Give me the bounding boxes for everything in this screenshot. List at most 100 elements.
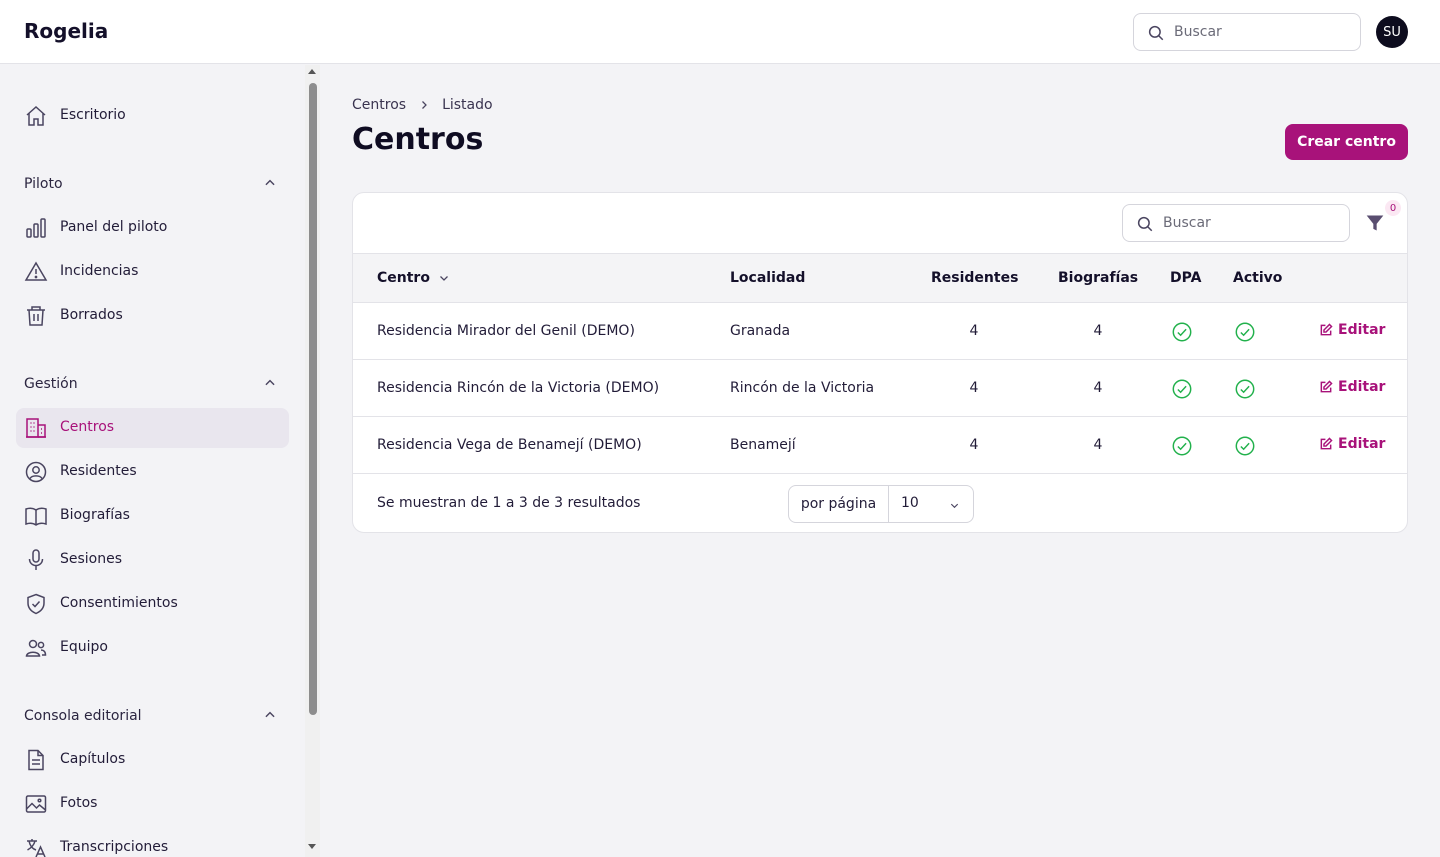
cell-localidad: Benamejí	[730, 437, 796, 453]
sidebar-scrollbar[interactable]	[305, 65, 320, 857]
global-search-input[interactable]	[1174, 22, 1349, 42]
sidebar-group-piloto[interactable]: Piloto	[24, 176, 63, 192]
sidebar-item-transcripciones[interactable]: Transcripciones	[16, 828, 289, 857]
check-circle-icon	[1172, 436, 1192, 456]
chevron-up-icon[interactable]	[263, 176, 277, 190]
per-page-select[interactable]: por página 10	[788, 485, 974, 523]
sidebar-item-equipo[interactable]: Equipo	[16, 628, 289, 668]
check-circle-icon	[1235, 379, 1255, 399]
user-avatar[interactable]: SU	[1376, 16, 1408, 48]
home-icon	[26, 105, 46, 126]
per-page-label: por página	[789, 486, 889, 522]
edit-button-label: Editar	[1338, 436, 1386, 452]
filter-icon[interactable]	[1365, 213, 1385, 233]
sidebar-item-label: Biografías	[60, 507, 130, 523]
column-header-centro[interactable]: Centro	[377, 270, 450, 286]
sidebar-group-consola-editorial[interactable]: Consola editorial	[24, 708, 142, 724]
chart-bar-icon	[26, 218, 46, 238]
chevron-down-icon[interactable]	[438, 272, 450, 284]
sidebar-item-label: Residentes	[60, 463, 137, 479]
check-circle-icon	[1172, 322, 1192, 342]
document-icon	[28, 749, 44, 771]
brand-logo[interactable]: Rogelia	[24, 19, 108, 43]
sidebar: Escritorio Piloto Panel del piloto Incid…	[0, 65, 305, 857]
check-circle-icon	[1235, 322, 1255, 342]
cell-centro: Residencia Rincón de la Victoria (DEMO)	[377, 380, 660, 396]
sidebar-item-escritorio[interactable]: Escritorio	[16, 96, 289, 136]
sidebar-item-label: Equipo	[60, 639, 108, 655]
shield-check-icon	[27, 593, 45, 615]
sidebar-item-label: Sesiones	[60, 551, 123, 567]
cell-localidad: Granada	[730, 323, 791, 339]
cell-residentes: 4	[969, 380, 979, 396]
top-bar: Rogelia SU	[0, 0, 1440, 64]
table-row[interactable]: Residencia Mirador del Genil (DEMO) Gran…	[353, 303, 1407, 360]
sidebar-item-label: Escritorio	[60, 107, 126, 123]
search-icon	[1148, 25, 1164, 41]
sidebar-item-panel-piloto[interactable]: Panel del piloto	[16, 208, 289, 248]
sidebar-item-sesiones[interactable]: Sesiones	[16, 540, 289, 580]
centros-table-card: 0 Centro Localidad Residentes Biografías…	[352, 192, 1408, 533]
table-row[interactable]: Residencia Rincón de la Victoria (DEMO) …	[353, 360, 1407, 417]
microphone-icon	[28, 549, 44, 570]
sidebar-item-label: Fotos	[60, 795, 98, 811]
per-page-value[interactable]: 10	[889, 486, 973, 522]
table-search-input[interactable]	[1163, 213, 1338, 233]
breadcrumb-parent-link[interactable]: Centros	[352, 97, 406, 113]
cell-residentes: 4	[969, 437, 979, 453]
edit-icon	[1320, 323, 1333, 336]
sidebar-item-biografias[interactable]: Biografías	[16, 496, 289, 536]
sidebar-item-label: Consentimientos	[60, 595, 178, 611]
sidebar-item-label: Incidencias	[60, 263, 139, 279]
page-title: Centros	[352, 122, 484, 157]
chevron-down-icon	[950, 503, 959, 509]
edit-icon	[1320, 380, 1333, 393]
sidebar-item-incidencias[interactable]: Incidencias	[16, 252, 289, 292]
chevron-up-icon[interactable]	[263, 708, 277, 722]
sidebar-item-label: Capítulos	[60, 751, 126, 767]
users-icon	[25, 639, 47, 657]
table-row[interactable]: Residencia Vega de Benamejí (DEMO) Benam…	[353, 417, 1407, 474]
edit-button[interactable]: Editar	[1319, 322, 1385, 338]
cell-residentes: 4	[969, 323, 979, 339]
check-circle-icon	[1172, 379, 1192, 399]
edit-button-label: Editar	[1338, 322, 1386, 338]
breadcrumb: Centros Listado	[352, 97, 493, 113]
table-search[interactable]	[1122, 204, 1350, 242]
sidebar-item-label: Centros	[60, 419, 115, 435]
sidebar-item-residentes[interactable]: Residentes	[16, 452, 289, 492]
per-page-selected: 10	[901, 495, 919, 511]
cell-centro: Residencia Mirador del Genil (DEMO)	[377, 323, 635, 339]
search-icon	[1137, 216, 1153, 232]
sidebar-item-consentimientos[interactable]: Consentimientos	[16, 584, 289, 624]
scrollbar-thumb[interactable]	[309, 83, 317, 715]
column-header-biografias: Biografías	[1058, 270, 1139, 286]
create-centro-button[interactable]: Crear centro	[1285, 124, 1408, 160]
column-header-residentes: Residentes	[931, 270, 1019, 286]
language-icon	[27, 839, 46, 857]
sidebar-item-borrados[interactable]: Borrados	[16, 296, 289, 336]
check-circle-icon	[1235, 436, 1255, 456]
cell-biografias: 4	[1093, 323, 1103, 339]
sidebar-item-capitulos[interactable]: Capítulos	[16, 740, 289, 780]
sidebar-group-gestion[interactable]: Gestión	[24, 376, 78, 392]
breadcrumb-current: Listado	[442, 97, 493, 113]
sidebar-item-label: Borrados	[60, 307, 123, 323]
global-search[interactable]	[1133, 13, 1361, 51]
scroll-up-arrow-icon[interactable]	[308, 69, 316, 74]
table-header: Centro Localidad Residentes Biografías D…	[353, 253, 1407, 303]
edit-button[interactable]: Editar	[1319, 379, 1385, 395]
sidebar-item-centros[interactable]: Centros	[16, 408, 289, 448]
edit-button[interactable]: Editar	[1319, 436, 1385, 452]
cell-biografias: 4	[1093, 380, 1103, 396]
column-header-activo: Activo	[1233, 270, 1283, 286]
cell-centro: Residencia Vega de Benamejí (DEMO)	[377, 437, 642, 453]
sidebar-item-fotos[interactable]: Fotos	[16, 784, 289, 824]
warning-icon	[24, 261, 48, 281]
edit-button-label: Editar	[1338, 379, 1386, 395]
chevron-right-icon	[422, 101, 427, 109]
cell-localidad: Rincón de la Victoria	[730, 380, 875, 396]
scroll-down-arrow-icon[interactable]	[308, 844, 316, 849]
photo-icon	[25, 795, 47, 813]
chevron-up-icon[interactable]	[263, 376, 277, 390]
